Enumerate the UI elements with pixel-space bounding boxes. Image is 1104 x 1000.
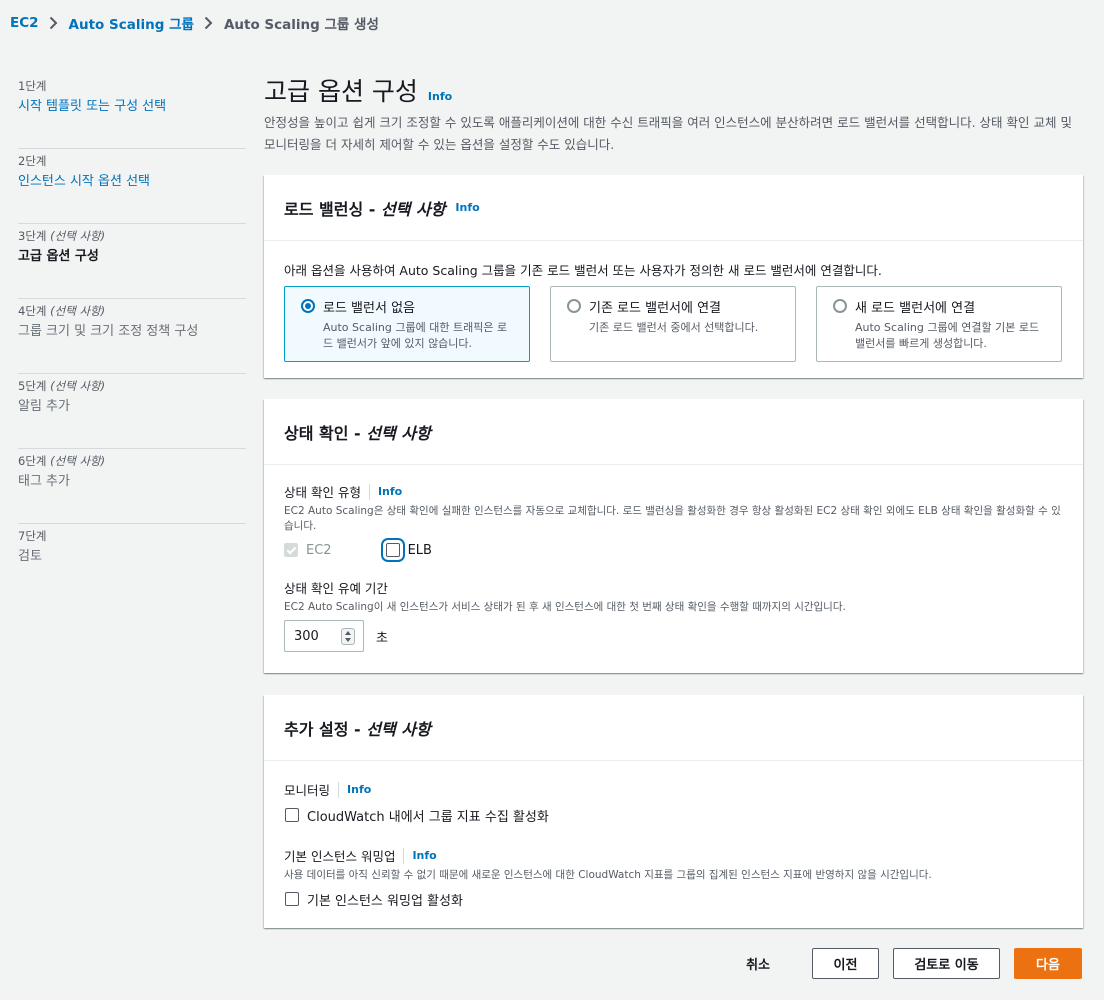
- wizard-step-4: 4단계 (선택 사항) 그룹 크기 및 크기 조정 정책 구성: [18, 299, 246, 374]
- breadcrumb-auto-scaling-groups[interactable]: Auto Scaling 그룹: [69, 13, 194, 33]
- load-balancing-description: 아래 옵션을 사용하여 Auto Scaling 그룹을 기존 로드 밸런서 또…: [284, 263, 882, 278]
- step-label-group-size: 그룹 크기 및 크기 조정 정책 구성: [18, 324, 199, 339]
- step-number: 2단계: [18, 154, 47, 168]
- info-link[interactable]: Info: [455, 201, 479, 214]
- monitoring-checkbox-label: CloudWatch 내에서 그룹 지표 수집 활성화: [307, 809, 549, 825]
- step-optional: (선택 사항): [50, 379, 106, 393]
- wizard-step-1: 1단계 시작 템플릿 또는 구성 선택: [18, 74, 246, 149]
- health-check-type-label: 상태 확인 유형: [284, 485, 361, 500]
- step-number: 5단계: [18, 379, 47, 393]
- step-number: 7단계: [18, 529, 47, 543]
- breadcrumb: EC2 Auto Scaling 그룹 Auto Scaling 그룹 생성: [10, 12, 379, 34]
- panel-title: 상태 확인 - 선택 사항: [284, 423, 431, 443]
- next-button[interactable]: 다음: [1014, 948, 1082, 979]
- step-number: 6단계: [18, 454, 47, 468]
- tile-no-load-balancer[interactable]: 로드 밸런서 없음 Auto Scaling 그룹에 대한 트래픽은 로드 밸런…: [284, 286, 530, 362]
- tile-new-load-balancer[interactable]: 새 로드 밸런서에 연결 Auto Scaling 그룹에 연결할 기본 로드 …: [816, 286, 1062, 362]
- wizard-step-7: 7단계 검토: [18, 524, 246, 599]
- step-link-instance-launch-options[interactable]: 인스턴스 시작 옵션 선택: [18, 173, 246, 191]
- wizard-step-6: 6단계 (선택 사항) 태그 추가: [18, 449, 246, 524]
- radio-icon[interactable]: [567, 299, 581, 313]
- grace-period-label: 상태 확인 유예 기간: [284, 581, 388, 596]
- load-balancer-options: 로드 밸런서 없음 Auto Scaling 그룹에 대한 트래픽은 로드 밸런…: [284, 286, 1063, 362]
- step-label-review: 검토: [18, 549, 42, 564]
- health-check-panel: 상태 확인 - 선택 사항 상태 확인 유형 Info EC2 Auto Sca…: [264, 399, 1083, 673]
- grace-period-unit: 초: [376, 630, 388, 646]
- tile-existing-load-balancer[interactable]: 기존 로드 밸런서에 연결 기존 로드 밸런서 중에서 선택합니다.: [550, 286, 796, 362]
- step-link-choose-template[interactable]: 시작 템플릿 또는 구성 선택: [18, 98, 246, 116]
- ec2-checkbox: [284, 543, 298, 557]
- skip-to-review-button[interactable]: 검토로 이동: [893, 948, 1000, 979]
- previous-button[interactable]: 이전: [812, 948, 879, 979]
- step-number: 1단계: [18, 79, 47, 93]
- step-number: 3단계: [18, 229, 47, 243]
- elb-checkbox[interactable]: [380, 538, 405, 562]
- info-link[interactable]: Info: [347, 783, 371, 796]
- step-label-advanced-options: 고급 옵션 구성: [18, 249, 99, 264]
- wizard-step-2: 2단계 인스턴스 시작 옵션 선택: [18, 149, 246, 224]
- page-title: 고급 옵션 구성: [264, 77, 418, 106]
- breadcrumb-ec2[interactable]: EC2: [10, 15, 39, 31]
- warmup-label: 기본 인스턴스 워밍업: [284, 849, 396, 864]
- wizard-steps: 1단계 시작 템플릿 또는 구성 선택 2단계 인스턴스 시작 옵션 선택 3단…: [18, 74, 246, 599]
- radio-icon[interactable]: [301, 299, 315, 313]
- chevron-right-icon: [194, 12, 224, 34]
- step-number: 4단계: [18, 304, 47, 318]
- load-balancing-panel: 로드 밸런싱 - 선택 사항 Info 아래 옵션을 사용하여 Auto Sca…: [264, 175, 1083, 378]
- step-label-notifications: 알림 추가: [18, 399, 70, 414]
- info-link[interactable]: Info: [428, 90, 452, 103]
- wizard-step-3: 3단계 (선택 사항) 고급 옵션 구성: [18, 224, 246, 299]
- page-header: 고급 옵션 구성 Info 안정성을 높이고 쉽게 크기 조정할 수 있도록 애…: [264, 72, 1083, 156]
- health-check-type-description: EC2 Auto Scaling은 상태 확인에 실패한 인스턴스를 자동으로 …: [284, 505, 1061, 532]
- wizard-step-5: 5단계 (선택 사항) 알림 추가: [18, 374, 246, 449]
- step-label-tags: 태그 추가: [18, 474, 70, 489]
- page-description: 안정성을 높이고 쉽게 크기 조정할 수 있도록 애플리케이션에 대한 수신 트…: [264, 115, 1072, 152]
- ec2-checkbox-label: EC2: [306, 542, 332, 558]
- additional-settings-panel: 추가 설정 - 선택 사항 모니터링 Info CloudWatch 내에서 그…: [264, 695, 1083, 928]
- monitoring-label: 모니터링: [284, 783, 331, 798]
- cancel-button[interactable]: 취소: [726, 948, 790, 979]
- warmup-checkbox[interactable]: [285, 892, 299, 906]
- step-optional: (선택 사항): [50, 454, 106, 468]
- grace-period-description: EC2 Auto Scaling이 새 인스턴스가 서비스 상태가 된 후 새 …: [284, 601, 846, 613]
- elb-checkbox-label: ELB: [407, 542, 432, 558]
- panel-title: 추가 설정 - 선택 사항: [284, 719, 431, 739]
- breadcrumb-current: Auto Scaling 그룹 생성: [223, 17, 379, 33]
- step-optional: (선택 사항): [50, 304, 106, 318]
- radio-icon[interactable]: [833, 299, 847, 313]
- step-optional: (선택 사항): [50, 229, 106, 243]
- spinner-icon[interactable]: [341, 628, 355, 645]
- info-link[interactable]: Info: [412, 849, 436, 862]
- info-link[interactable]: Info: [378, 485, 402, 498]
- warmup-checkbox-label: 기본 인스턴스 워밍업 활성화: [307, 893, 463, 909]
- warmup-description: 사용 데이터를 아직 신뢰할 수 없기 때문에 새로운 인스턴스에 대한 Clo…: [284, 869, 932, 881]
- monitoring-checkbox[interactable]: [285, 808, 299, 822]
- grace-period-input[interactable]: 300: [284, 620, 364, 652]
- panel-title: 로드 밸런싱 - 선택 사항: [284, 199, 446, 219]
- chevron-right-icon: [39, 12, 69, 34]
- wizard-footer: 취소 이전 검토로 이동 다음: [726, 948, 1082, 979]
- grace-period-value: 300: [294, 628, 319, 644]
